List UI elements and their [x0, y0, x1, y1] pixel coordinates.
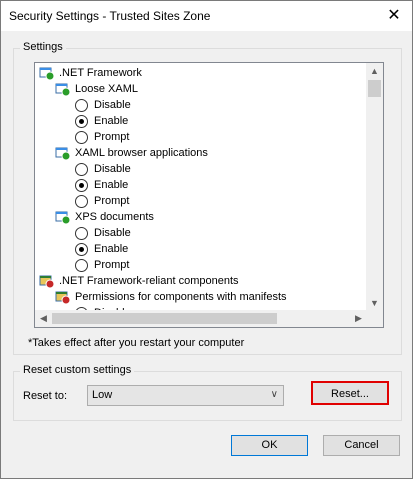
radio-button[interactable] — [75, 98, 88, 112]
setting-option-row[interactable]: Enable — [75, 241, 128, 257]
settings-tree[interactable]: .NET Framework Loose XAML Disable Enable Pro… — [34, 62, 384, 328]
setting-label: Disable — [94, 163, 131, 175]
reset-group: Reset custom settings Reset to: Low ∨ Re… — [13, 364, 402, 421]
setting-label: Enable — [94, 115, 129, 127]
radio-button[interactable] — [75, 194, 88, 208]
setting-label: Enable — [94, 179, 129, 191]
restart-note: *Takes effect after you restart your com… — [28, 337, 245, 349]
reset-level-value: Low — [92, 389, 113, 401]
setting-label: Disable — [94, 99, 131, 111]
setting-row: Permissions for components with manifest… — [55, 289, 287, 305]
scrollbar-corner — [366, 310, 383, 327]
setting-row: XPS documents — [55, 209, 154, 225]
close-icon[interactable]: ✕ — [382, 4, 406, 28]
reset-group-label: Reset custom settings — [20, 364, 135, 376]
setting-option-row[interactable]: Prompt — [75, 193, 129, 209]
ok-button[interactable]: OK — [231, 435, 308, 456]
setting-label: Enable — [94, 243, 129, 255]
reset-level-select[interactable]: Low ∨ — [87, 385, 284, 406]
setting-label: XPS documents — [75, 211, 154, 223]
radio-button[interactable] — [75, 242, 88, 256]
settings-item-icon — [55, 211, 71, 225]
chevron-down-icon: ∨ — [270, 389, 278, 400]
settings-category-row: .NET Framework — [39, 65, 142, 81]
component-folder-icon — [39, 275, 55, 289]
setting-row: XAML browser applications — [55, 145, 208, 161]
vertical-scroll-thumb[interactable] — [368, 80, 381, 97]
window-title: Security Settings - Trusted Sites Zone — [9, 9, 211, 23]
setting-label: Prompt — [94, 195, 130, 207]
horizontal-scrollbar[interactable]: ◀ ▶ — [35, 310, 367, 327]
setting-label: XAML browser applications — [75, 147, 208, 159]
radio-button[interactable] — [75, 226, 88, 240]
title-bar: Security Settings - Trusted Sites Zone ✕ — [1, 1, 412, 31]
setting-label: Disable — [94, 227, 131, 239]
settings-group-label: Settings — [20, 41, 66, 53]
setting-option-row[interactable]: Enable — [75, 177, 128, 193]
radio-button[interactable] — [75, 114, 88, 128]
security-settings-dialog: Security Settings - Trusted Sites Zone ✕… — [0, 0, 413, 479]
radio-button[interactable] — [75, 130, 88, 144]
settings-item-icon — [55, 83, 71, 97]
setting-label: Loose XAML — [75, 83, 138, 95]
setting-option-row[interactable]: Disable — [75, 97, 131, 113]
setting-row: Loose XAML — [55, 81, 138, 97]
setting-label: Prompt — [94, 131, 130, 143]
setting-option-row[interactable]: Enable — [75, 113, 128, 129]
setting-label: Prompt — [94, 259, 130, 271]
vertical-scrollbar[interactable]: ▲ ▼ — [366, 63, 383, 312]
settings-folder-icon — [39, 67, 55, 81]
reset-button[interactable]: Reset... — [311, 381, 389, 405]
setting-option-row[interactable]: Prompt — [75, 129, 129, 145]
settings-tree-content: .NET Framework Loose XAML Disable Enable Pro… — [35, 63, 367, 312]
reset-button-label: Reset... — [331, 388, 369, 400]
horizontal-scroll-thumb[interactable] — [52, 313, 277, 324]
settings-category-row: .NET Framework-reliant components — [39, 273, 239, 289]
reset-to-label: Reset to: — [23, 390, 68, 402]
radio-button[interactable] — [75, 258, 88, 272]
settings-group: Settings .NET Framework Loose XAML Disable… — [13, 41, 402, 355]
component-item-icon — [55, 291, 71, 305]
setting-option-row[interactable]: Prompt — [75, 257, 129, 273]
setting-option-row[interactable]: Disable — [75, 161, 131, 177]
setting-option-row[interactable]: Disable — [75, 225, 131, 241]
settings-item-icon — [55, 147, 71, 161]
radio-button[interactable] — [75, 162, 88, 176]
scroll-up-icon[interactable]: ▲ — [366, 63, 383, 80]
scroll-right-icon[interactable]: ▶ — [350, 310, 367, 327]
setting-label: .NET Framework — [59, 67, 142, 79]
radio-button[interactable] — [75, 178, 88, 192]
scroll-left-icon[interactable]: ◀ — [35, 310, 52, 327]
cancel-button[interactable]: Cancel — [323, 435, 400, 456]
setting-label: .NET Framework-reliant components — [59, 275, 239, 287]
setting-label: Permissions for components with manifest… — [75, 291, 287, 303]
